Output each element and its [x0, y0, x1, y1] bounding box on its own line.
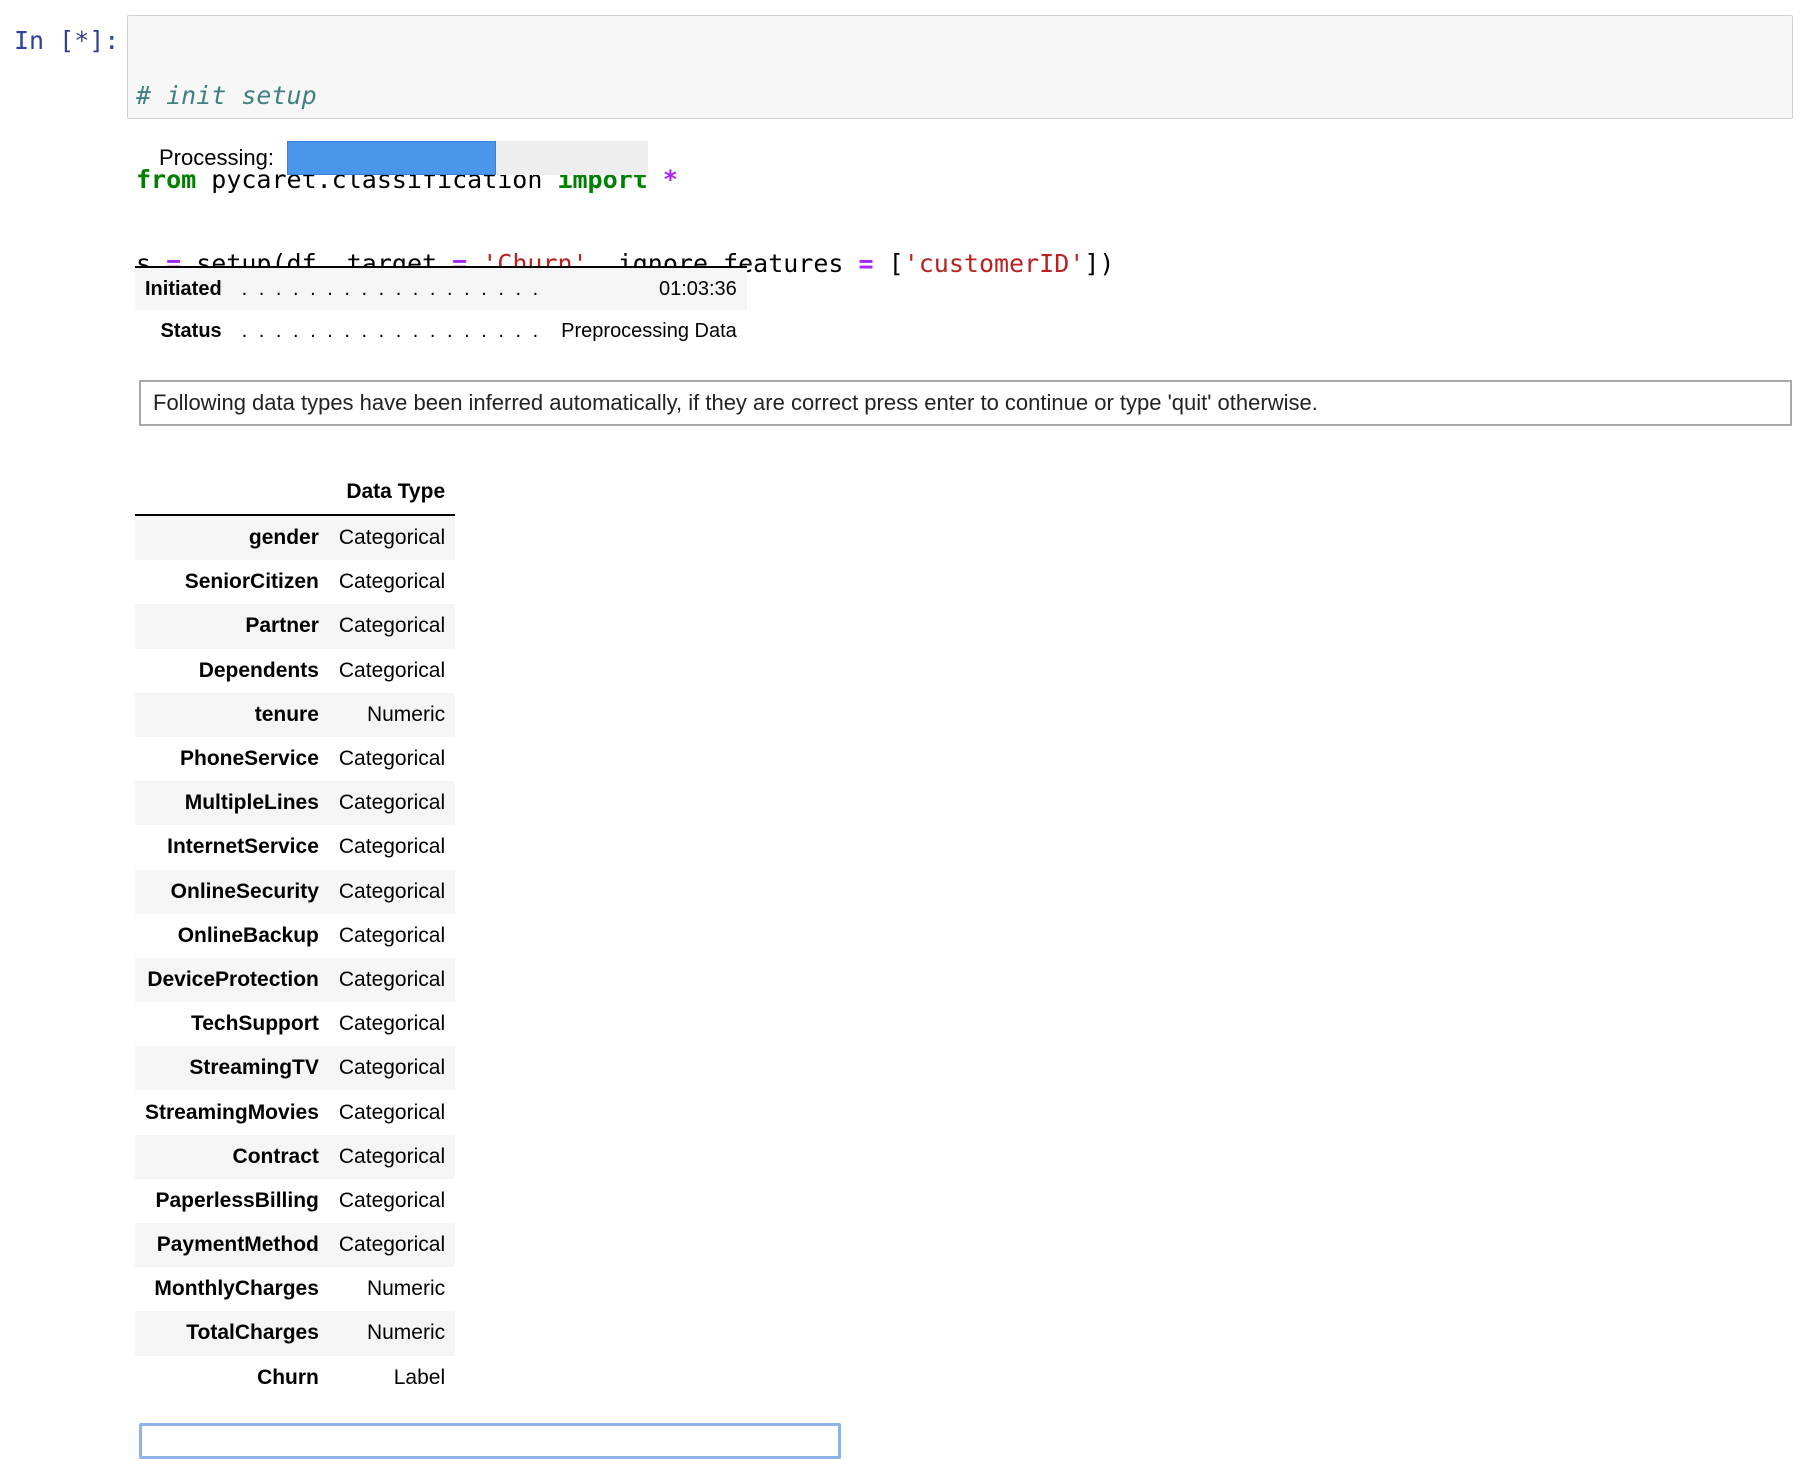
status-dots: . . . . . . . . . . . . . . . . . .: [241, 319, 542, 342]
feature-name: Churn: [257, 1365, 319, 1389]
feature-type: Categorical: [338, 1100, 446, 1124]
cell-prompt: In [*]:: [14, 26, 120, 55]
status-dots: . . . . . . . . . . . . . . . . . .: [241, 277, 542, 300]
feature-name: OnlineSecurity: [170, 879, 319, 903]
code-line-1: # init setup: [136, 82, 1784, 110]
index-header: [135, 470, 329, 516]
feature-type: Numeric: [366, 702, 446, 726]
feature-name: StreamingMovies: [145, 1100, 319, 1124]
table-row: MultipleLines Categorical: [135, 781, 456, 826]
table-row: OnlineBackup Categorical: [135, 914, 455, 958]
code-string: 'customerID': [903, 249, 1085, 278]
table-row: MonthlyCharges Numeric: [135, 1267, 455, 1311]
status-key: Status: [160, 319, 222, 342]
feature-type: Numeric: [366, 1321, 446, 1345]
feature-name: InternetService: [167, 835, 319, 859]
feature-type: Label: [393, 1365, 446, 1389]
progress-track: [286, 141, 648, 175]
feature-name: Dependents: [198, 658, 319, 682]
feature-type: Categorical: [338, 923, 446, 947]
feature-name: DeviceProtection: [147, 967, 319, 991]
feature-type: Categorical: [338, 1144, 446, 1168]
feature-type: Categorical: [338, 1012, 446, 1036]
status-row: Initiated . . . . . . . . . . . . . . . .…: [135, 267, 747, 310]
confirm-input[interactable]: [139, 1423, 841, 1459]
feature-type: Categorical: [338, 747, 446, 771]
progress-fill: [286, 141, 497, 175]
status-key: Initiated: [145, 277, 222, 300]
data-type-header: Data Type: [328, 470, 456, 516]
code-text: [: [873, 249, 904, 278]
feature-type: Categorical: [338, 614, 446, 638]
table-row: StreamingTV Categorical: [135, 1046, 456, 1091]
progress-widget: Processing:: [159, 140, 648, 176]
feature-name: PaymentMethod: [156, 1233, 319, 1257]
table-row: StreamingMovies Categorical: [135, 1090, 455, 1134]
table-row: DeviceProtection Categorical: [135, 957, 456, 1003]
feature-name: MultipleLines: [184, 791, 319, 815]
table-row: InternetService Categorical: [135, 825, 455, 869]
feature-type: Categorical: [338, 1056, 446, 1080]
feature-name: tenure: [254, 702, 319, 726]
table-header-row: Data Type: [135, 470, 456, 516]
feature-name: SeniorCitizen: [184, 570, 319, 594]
code-star: *: [662, 165, 678, 194]
feature-name: gender: [248, 526, 319, 550]
feature-name: OnlineBackup: [177, 923, 319, 947]
feature-name: Partner: [245, 614, 319, 638]
table-row: Partner Categorical: [135, 604, 456, 649]
feature-name: PaperlessBilling: [155, 1188, 319, 1212]
code-cell-editor[interactable]: # init setup from pycaret.classification…: [127, 15, 1793, 278]
feature-name: PhoneService: [179, 747, 319, 771]
feature-name: MonthlyCharges: [154, 1277, 319, 1301]
table-row: SeniorCitizen Categorical: [135, 560, 455, 604]
code-text: ]): [1084, 249, 1115, 278]
status-row: Status . . . . . . . . . . . . . . . . . …: [135, 310, 747, 352]
feature-type: Categorical: [338, 967, 446, 991]
table-row: OnlineSecurity Categorical: [135, 869, 456, 914]
table-row: tenure Numeric: [135, 692, 456, 737]
feature-type: Categorical: [338, 658, 446, 682]
feature-name: Contract: [232, 1144, 319, 1168]
table-row: PaymentMethod Categorical: [135, 1223, 456, 1268]
table-row: PaperlessBilling Categorical: [135, 1179, 455, 1223]
table-row: TechSupport Categorical: [135, 1002, 455, 1046]
feature-type: Categorical: [338, 526, 446, 550]
feature-name: StreamingTV: [189, 1056, 319, 1080]
table-row: gender Categorical: [135, 515, 456, 561]
inferred-types-message: Following data types have been inferred …: [139, 380, 1792, 426]
status-value: 01:03:36: [658, 277, 737, 300]
status-table: Initiated . . . . . . . . . . . . . . . .…: [135, 266, 747, 352]
feature-name: TotalCharges: [186, 1321, 319, 1345]
data-type-table: Data Type gender Categorical SeniorCitizen…: [135, 470, 456, 1400]
feature-type: Categorical: [338, 570, 446, 594]
feature-type: Categorical: [338, 835, 446, 859]
feature-type: Numeric: [366, 1277, 446, 1301]
table-row: Dependents Categorical: [135, 649, 455, 693]
status-value: Preprocessing Data: [561, 319, 737, 342]
feature-name: TechSupport: [190, 1012, 319, 1036]
table-row: TotalCharges Numeric: [135, 1311, 456, 1356]
table-row: Contract Categorical: [135, 1134, 456, 1179]
progress-label: Processing:: [159, 145, 274, 170]
feature-type: Categorical: [338, 1188, 446, 1212]
feature-type: Categorical: [338, 879, 446, 903]
code-comment: # init setup: [136, 81, 317, 110]
table-row: Churn Label: [135, 1356, 455, 1400]
feature-type: Categorical: [338, 791, 446, 815]
code-operator: =: [858, 249, 874, 278]
table-row: PhoneService Categorical: [135, 737, 455, 781]
feature-type: Categorical: [338, 1233, 446, 1257]
